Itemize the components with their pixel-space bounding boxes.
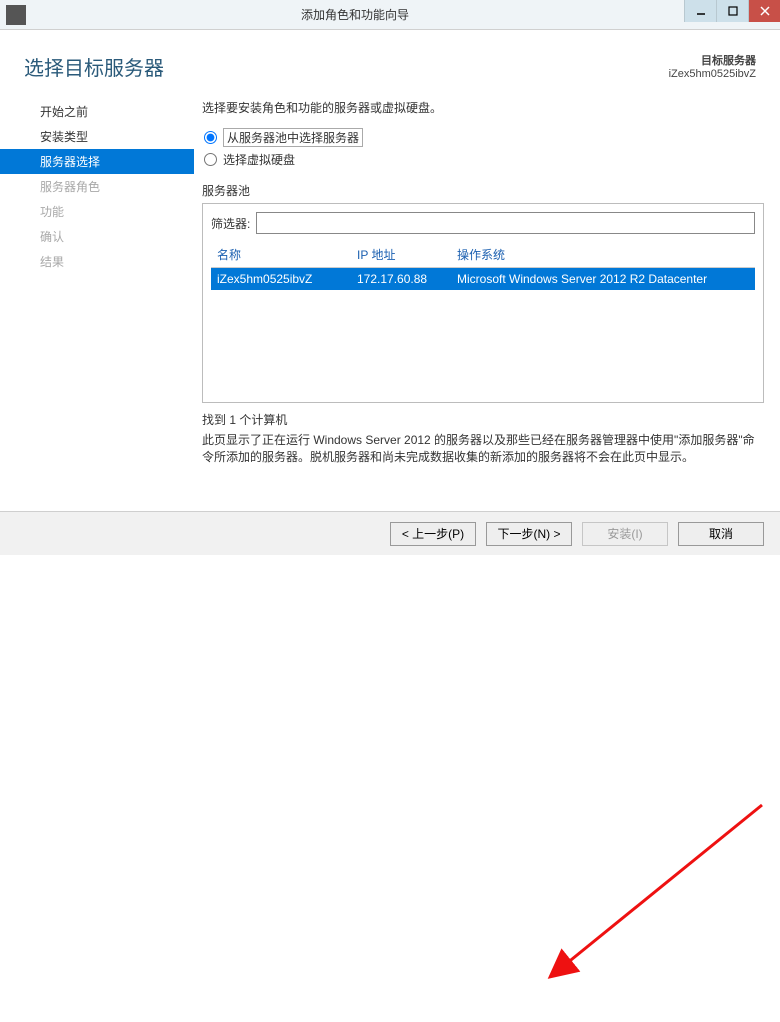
filter-input[interactable] — [256, 212, 755, 234]
radio-vhd-input[interactable] — [204, 153, 217, 166]
sidebar: 开始之前 安装类型 服务器选择 服务器角色 功能 确认 结果 — [0, 93, 194, 467]
next-button[interactable]: 下一步(N) > — [486, 522, 572, 546]
cell-ip: 172.17.60.88 — [351, 268, 451, 291]
main-panel: 选择要安装角色和功能的服务器或虚拟硬盘。 从服务器池中选择服务器 选择虚拟硬盘 … — [194, 93, 772, 467]
sidebar-item-server-roles[interactable]: 服务器角色 — [0, 174, 194, 199]
found-count: 找到 1 个计算机 — [202, 411, 764, 428]
radio-from-pool-input[interactable] — [204, 131, 217, 144]
maximize-icon — [728, 6, 738, 16]
sidebar-item-before-begin[interactable]: 开始之前 — [0, 99, 194, 124]
filter-row: 筛选器: — [211, 212, 755, 234]
minimize-button[interactable] — [684, 0, 716, 22]
sidebar-item-server-selection[interactable]: 服务器选择 — [0, 149, 194, 174]
cell-os: Microsoft Windows Server 2012 R2 Datacen… — [451, 268, 755, 291]
sidebar-item-features[interactable]: 功能 — [0, 199, 194, 224]
window-title: 添加角色和功能向导 — [26, 6, 684, 23]
server-table: 名称 IP 地址 操作系统 iZex5hm0525ibvZ 172.17.60.… — [211, 242, 755, 290]
radio-from-pool-label: 从服务器池中选择服务器 — [223, 128, 363, 147]
header: 选择目标服务器 目标服务器 iZex5hm0525ibvZ — [0, 30, 780, 93]
server-pool-box: 筛选器: 名称 IP 地址 操作系统 iZex5hm0525ibvZ 172.1… — [202, 203, 764, 403]
cancel-button[interactable]: 取消 — [678, 522, 764, 546]
pool-label: 服务器池 — [202, 182, 764, 199]
col-ip[interactable]: IP 地址 — [351, 242, 451, 268]
col-os[interactable]: 操作系统 — [451, 242, 755, 268]
body: 开始之前 安装类型 服务器选择 服务器角色 功能 确认 结果 选择要安装角色和功… — [0, 93, 780, 467]
close-icon — [760, 6, 770, 16]
col-name[interactable]: 名称 — [211, 242, 351, 268]
radio-vhd-label: 选择虚拟硬盘 — [223, 151, 295, 168]
footer: < 上一步(P) 下一步(N) > 安装(I) 取消 — [0, 511, 780, 555]
prev-button[interactable]: < 上一步(P) — [390, 522, 476, 546]
sidebar-item-results[interactable]: 结果 — [0, 249, 194, 274]
target-label: 目标服务器 — [669, 52, 756, 68]
app-icon — [6, 5, 26, 25]
install-button[interactable]: 安装(I) — [582, 522, 668, 546]
target-info: 目标服务器 iZex5hm0525ibvZ — [669, 52, 756, 80]
table-row[interactable]: iZex5hm0525ibvZ 172.17.60.88 Microsoft W… — [211, 268, 755, 291]
sidebar-item-install-type[interactable]: 安装类型 — [0, 124, 194, 149]
filter-label: 筛选器: — [211, 215, 250, 232]
target-value: iZex5hm0525ibvZ — [669, 68, 756, 80]
page-title: 选择目标服务器 — [24, 52, 164, 81]
radio-vhd[interactable]: 选择虚拟硬盘 — [204, 151, 764, 168]
table-header-row: 名称 IP 地址 操作系统 — [211, 242, 755, 268]
close-button[interactable] — [748, 0, 780, 22]
radio-from-pool[interactable]: 从服务器池中选择服务器 — [204, 128, 764, 147]
cell-name: iZex5hm0525ibvZ — [211, 268, 351, 291]
sidebar-item-confirm[interactable]: 确认 — [0, 224, 194, 249]
note-text: 此页显示了正在运行 Windows Server 2012 的服务器以及那些已经… — [202, 432, 764, 467]
prompt-text: 选择要安装角色和功能的服务器或虚拟硬盘。 — [202, 99, 764, 116]
titlebar: 添加角色和功能向导 — [0, 0, 780, 30]
maximize-button[interactable] — [716, 0, 748, 22]
window-controls — [684, 0, 780, 29]
minimize-icon — [696, 6, 706, 16]
